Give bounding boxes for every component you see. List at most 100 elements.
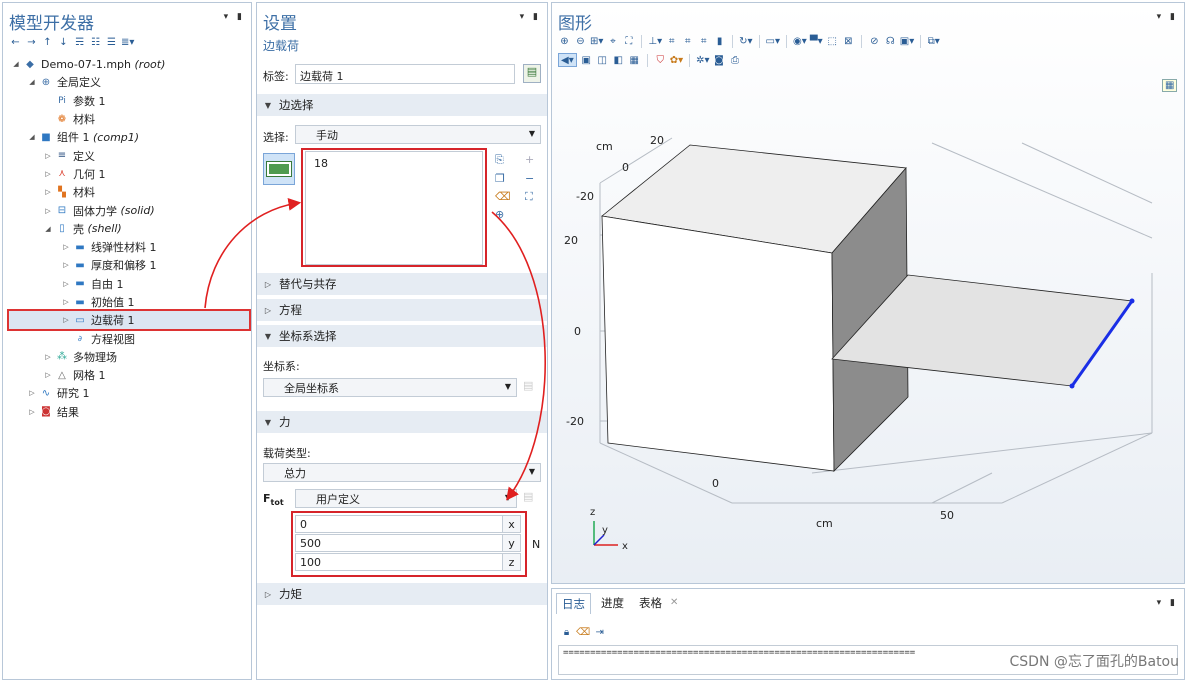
- coord-dropdown[interactable]: 全局坐标系 ▼: [263, 378, 517, 397]
- export-log-icon[interactable]: ⇥: [593, 625, 606, 639]
- hide-icon[interactable]: ⊘: [868, 34, 881, 48]
- collapse-arrow-icon[interactable]: ◢: [27, 78, 37, 86]
- tree-node-solid-mechanics[interactable]: ▷ ⊟ 固体力学 (solid): [3, 201, 251, 219]
- collapse-icon[interactable]: ☷: [89, 35, 102, 49]
- clear-selection-icon[interactable]: ⌫: [495, 190, 511, 203]
- graphics-canvas[interactable]: cm 20 0 -20 20 0 -20 0 50 cm z y x: [552, 63, 1184, 583]
- tree-node-thickness[interactable]: ▷ ▬ 厚度和偏移 1: [3, 256, 251, 274]
- expand-arrow-icon[interactable]: ▷: [43, 152, 53, 160]
- collapse-arrow-icon[interactable]: ◢: [11, 60, 21, 68]
- tree-node-edge-load[interactable]: ▷ ▭ 边载荷 1: [7, 309, 251, 332]
- transparency-icon[interactable]: ⊠: [842, 34, 855, 48]
- section-override[interactable]: ▷ 替代与共存: [257, 273, 547, 295]
- select-box-icon[interactable]: ⛶: [525, 190, 533, 204]
- tab-table[interactable]: 表格: [634, 593, 667, 613]
- tree-node-shell[interactable]: ◢ ▯ 壳 (shell): [3, 220, 251, 238]
- tree-node-mesh[interactable]: ▷ △ 网格 1: [3, 366, 251, 384]
- zoom-in-icon[interactable]: ⊕: [558, 34, 571, 48]
- ftot-dropdown[interactable]: 用户定义 ▼: [295, 489, 517, 508]
- tree-node-initial-values[interactable]: ▷ ▬ 初始值 1: [3, 293, 251, 311]
- collapse-arrow-icon[interactable]: ◢: [27, 133, 37, 141]
- expand-arrow-icon[interactable]: ▷: [27, 408, 37, 416]
- tree-node-root[interactable]: ◢ ◆ Demo-07-1.mph (root): [3, 55, 251, 73]
- tree-node-equation-view[interactable]: ∂ 方程视图: [3, 329, 251, 347]
- expand-arrow-icon[interactable]: ▷: [43, 353, 53, 361]
- section-force[interactable]: ▼ 力: [257, 411, 547, 433]
- scene-icon[interactable]: ▣▾: [900, 34, 914, 48]
- tab-log[interactable]: 日志: [556, 593, 591, 614]
- tree-node-free[interactable]: ▷ ▬ 自由 1: [3, 275, 251, 293]
- collapse-arrow-icon[interactable]: ◢: [43, 225, 53, 233]
- lights-icon[interactable]: ☊: [884, 34, 897, 48]
- section-edge-selection[interactable]: ▼ 边选择: [257, 94, 547, 116]
- section-coordinate-system[interactable]: ▼ 坐标系选择: [257, 325, 547, 347]
- zoom-out-icon[interactable]: ⊖: [574, 34, 587, 48]
- rotate-icon[interactable]: ↻▾: [739, 34, 752, 48]
- panel-controls[interactable]: ▾ ▮: [520, 12, 541, 22]
- tree-node-linear-elastic[interactable]: ▷ ▬ 线弹性材料 1: [3, 238, 251, 256]
- panel-controls[interactable]: ▾ ▮: [1157, 598, 1178, 608]
- zoom-selected-icon[interactable]: ⌖: [606, 34, 619, 48]
- expand-arrow-icon[interactable]: ▷: [61, 316, 71, 324]
- view-xy-icon[interactable]: ⌗: [665, 34, 678, 48]
- show-icon[interactable]: ☴: [73, 35, 86, 49]
- paste-selection-icon[interactable]: ⎘: [495, 153, 504, 167]
- tree-node-results[interactable]: ▷ ◙ 结果: [3, 403, 251, 421]
- label-icon[interactable]: ▤: [523, 64, 541, 83]
- export-icon[interactable]: ⧉▾: [927, 34, 940, 48]
- tree-node-geometry[interactable]: ▷ ⋏ 几何 1: [3, 165, 251, 183]
- camera-icon[interactable]: ▮: [713, 34, 726, 48]
- expand-arrow-icon[interactable]: ▷: [27, 389, 37, 397]
- tree-node-materials[interactable]: ▷ ▚ 材料: [3, 183, 251, 201]
- activate-selection-icon[interactable]: [263, 153, 295, 185]
- panel-controls[interactable]: ▾ ▮: [1157, 12, 1178, 22]
- wireframe-icon[interactable]: ⬚: [826, 34, 839, 48]
- ftot-settings-icon[interactable]: ▤: [523, 490, 533, 503]
- back-arrow-icon[interactable]: ←: [9, 35, 22, 49]
- clear-log-icon[interactable]: ⌫: [576, 625, 590, 639]
- expand-arrow-icon[interactable]: ▷: [43, 188, 53, 196]
- load-type-dropdown[interactable]: 总力 ▼: [263, 463, 541, 482]
- copy-selection-icon[interactable]: ❐: [495, 172, 505, 185]
- more-icon[interactable]: ≣▾: [121, 35, 134, 49]
- tree-node-global-definitions[interactable]: ◢ ⊕ 全局定义: [3, 73, 251, 91]
- axis-icon[interactable]: ⊥▾: [648, 34, 662, 48]
- coord-settings-icon[interactable]: ▤: [523, 379, 533, 392]
- tab-progress[interactable]: 进度: [596, 593, 629, 613]
- zoom-box-icon[interactable]: ⊞▾: [590, 34, 603, 48]
- close-tab-icon[interactable]: ✕: [670, 597, 678, 608]
- tree-node-multiphysics[interactable]: ▷ ⁂ 多物理场: [3, 348, 251, 366]
- select-icon[interactable]: ▭▾: [766, 34, 780, 48]
- visibility-icon[interactable]: ◉▾: [793, 34, 807, 48]
- lock-icon[interactable]: 🔒︎: [560, 625, 573, 639]
- tree-node-study[interactable]: ▷ ∿ 研究 1: [3, 384, 251, 402]
- tree-node-definitions[interactable]: ▷ ≡ 定义: [3, 146, 251, 164]
- view-yz-icon[interactable]: ⌗: [681, 34, 694, 48]
- panel-controls[interactable]: ▾ ▮: [224, 12, 245, 22]
- zoom-selection-icon[interactable]: ⊕: [495, 208, 504, 221]
- down-arrow-icon[interactable]: ↓: [57, 35, 70, 49]
- section-moment[interactable]: ▷ 力矩: [257, 583, 547, 605]
- render-icon[interactable]: ▀▾: [810, 34, 823, 48]
- remove-icon[interactable]: −: [525, 172, 534, 185]
- expand-arrow-icon[interactable]: ▷: [61, 280, 71, 288]
- add-icon[interactable]: +: [525, 153, 534, 166]
- view-zx-icon[interactable]: ⌗: [697, 34, 710, 48]
- expand-icon[interactable]: ☰: [105, 35, 118, 49]
- expand-arrow-icon[interactable]: ▷: [61, 298, 71, 306]
- tree-node-parameters[interactable]: Pi 参数 1: [3, 92, 251, 110]
- expand-arrow-icon[interactable]: ▷: [43, 371, 53, 379]
- up-arrow-icon[interactable]: ↑: [41, 35, 54, 49]
- section-equation[interactable]: ▷ 方程: [257, 299, 547, 321]
- tree-node-global-materials[interactable]: ❁ 材料: [3, 110, 251, 128]
- expand-arrow-icon[interactable]: ▷: [43, 207, 53, 215]
- zoom-extents-icon[interactable]: ⛶: [622, 34, 635, 48]
- label-field[interactable]: 边载荷 1: [295, 64, 515, 84]
- expand-arrow-icon[interactable]: ▷: [43, 170, 53, 178]
- tree-node-component[interactable]: ◢ ■ 组件 1 (comp1): [3, 128, 251, 146]
- forward-arrow-icon[interactable]: →: [25, 35, 38, 49]
- expand-arrow-icon[interactable]: ▷: [61, 261, 71, 269]
- expand-arrow-icon[interactable]: ▷: [61, 243, 71, 251]
- selection-dropdown[interactable]: 手动 ▼: [295, 125, 541, 144]
- cube-front-face[interactable]: [601, 215, 835, 472]
